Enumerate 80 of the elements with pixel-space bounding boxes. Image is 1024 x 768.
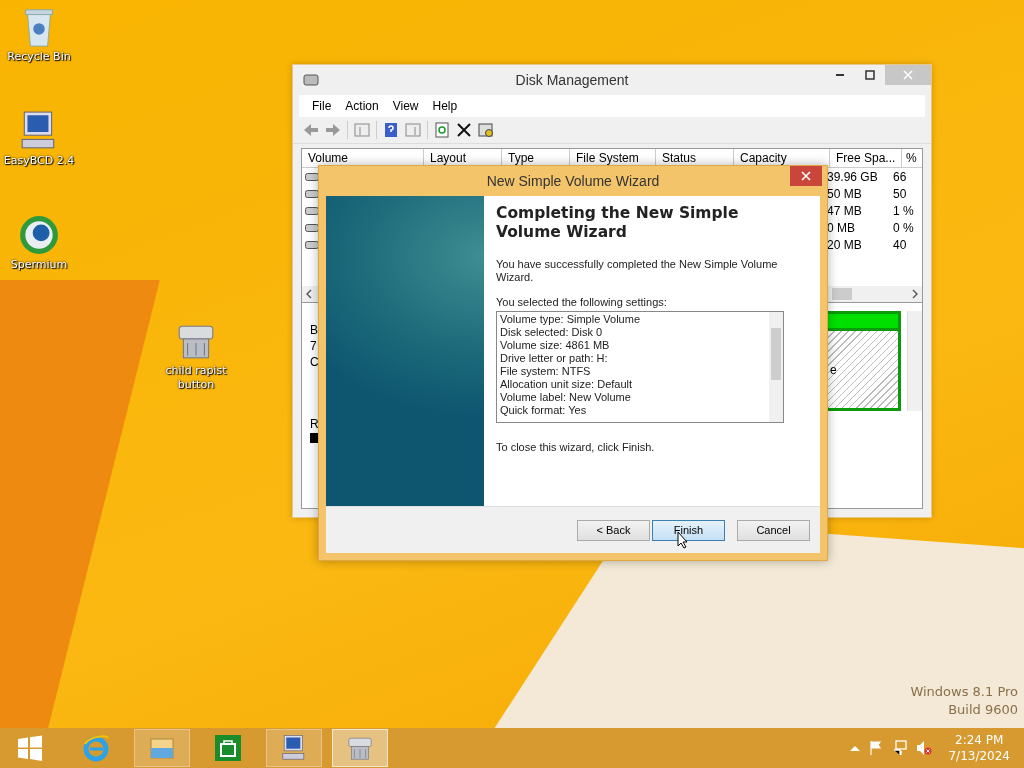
taskbar-button[interactable] (266, 729, 322, 767)
settings-list[interactable]: Volume type: Simple Volume Disk selected: Disk 0 Volume size: 4861 MB Drive letter or path: H: File system: NTFS Allocation unit size: Default Volume label: New Volume Quick format: Yes (496, 311, 784, 423)
partition-block[interactable]: e (828, 331, 898, 408)
column-header[interactable]: % (902, 149, 922, 167)
setting-text: Volume size: 4861 MB (500, 339, 611, 352)
volume-icon (305, 240, 319, 249)
shortcut-label: EasyBCD 2.4 (2, 154, 76, 168)
setting-text: Allocation unit size: Default (500, 378, 634, 391)
table-cell-text: 47 MB (827, 203, 863, 218)
setting-text: Drive letter or path: H: (500, 352, 609, 365)
disk-drive-icon (303, 72, 319, 88)
table-cell-text: 39.96 GB (827, 169, 879, 184)
maximize-icon (865, 70, 875, 80)
table-cell-text: 50 (893, 186, 908, 201)
disk-label-text: R (310, 417, 320, 431)
browser-icon (82, 734, 110, 762)
column-header[interactable]: Free Spa... (830, 149, 902, 167)
volume-icon (305, 189, 319, 198)
shortcut-label: Spermium (9, 258, 69, 272)
close-icon (903, 70, 913, 80)
menu-item[interactable]: Help (427, 97, 463, 115)
volume-icon (305, 206, 319, 215)
disk-label-text: 7 (310, 339, 318, 353)
partition-header-bar (828, 314, 898, 328)
table-cell: 0 % (893, 220, 913, 235)
intro-text: You have successfully completed the New Simple Volume Wizard. (496, 258, 779, 284)
close-button[interactable] (790, 166, 822, 186)
close-icon (801, 171, 811, 181)
edition-text: Windows 8.1 Pro (910, 684, 1018, 699)
refresh-icon[interactable] (434, 122, 450, 138)
volume-icon (305, 223, 319, 232)
globe-icon (18, 214, 60, 256)
console-tree-icon[interactable] (354, 122, 370, 138)
minimize-icon (836, 74, 844, 76)
table-cell-text: 40 (893, 237, 908, 252)
properties-pane-icon[interactable] (405, 122, 421, 138)
dialog-title: New Simple Volume Wizard (485, 173, 661, 189)
network-icon[interactable] (892, 740, 909, 756)
table-cell-text: 0 MB (827, 220, 856, 235)
windows-logo-icon (16, 734, 44, 762)
menu-item[interactable]: File (307, 97, 337, 115)
back-arrow-icon[interactable] (303, 122, 319, 138)
settings-label: You selected the following settings: (496, 296, 668, 308)
build-text: Build 9600 (948, 702, 1018, 717)
dialog-button[interactable]: < Back (577, 519, 650, 541)
scroll-left-icon[interactable] (306, 289, 312, 299)
setting-text: Volume label: New Volume (500, 391, 632, 404)
taskbar-button[interactable] (332, 729, 388, 767)
setting-text: Volume type: Simple Volume (500, 313, 642, 326)
window-title: Disk Management (514, 72, 630, 88)
vertical-scrollbar[interactable] (769, 312, 783, 422)
delete-icon[interactable] (456, 122, 472, 138)
speaker-muted-icon[interactable] (916, 740, 933, 756)
menu-item[interactable]: View (387, 97, 424, 115)
dialog-button[interactable]: Finish (652, 519, 725, 541)
disk-label-text: B (310, 323, 319, 337)
shopping-bag-icon (214, 734, 242, 762)
table-cell-text: 50 MB (827, 186, 863, 201)
partition-label-text: e (830, 362, 837, 377)
volume-icon (305, 172, 319, 181)
setting-text: Quick format: Yes (500, 404, 588, 417)
settings-icon[interactable] (478, 122, 494, 138)
disk-label-text: C (310, 355, 319, 369)
scroll-right-icon[interactable] (912, 289, 918, 299)
shortcut-label: Recycle Bin (6, 50, 72, 64)
table-cell-text: 20 MB (827, 237, 863, 252)
setting-text: Disk selected: Disk 0 (500, 326, 604, 339)
chevron-up-icon[interactable] (850, 745, 861, 751)
menu-item[interactable]: Action (340, 97, 384, 115)
scrollbar-thumb[interactable] (832, 288, 852, 300)
table-cell-text: 66 (893, 169, 908, 184)
closing-text: To close this wizard, click Finish. (496, 441, 656, 453)
help-icon[interactable] (383, 122, 399, 138)
forward-arrow-icon[interactable] (325, 122, 341, 138)
shortcut-label: child rapist button (164, 364, 228, 392)
setting-text: File system: NTFS (500, 365, 592, 378)
table-cell: 1 % (893, 203, 913, 218)
wizard-heading: Completing the New Simple Volume Wizard (496, 204, 740, 242)
vertical-scrollbar[interactable] (907, 311, 922, 411)
dialog-button[interactable]: Cancel (737, 519, 810, 541)
